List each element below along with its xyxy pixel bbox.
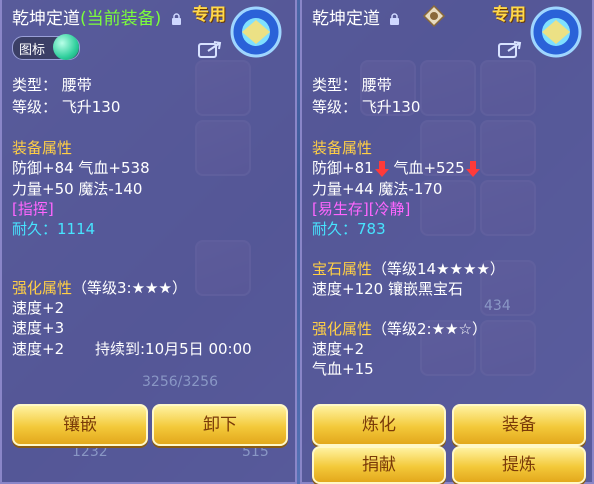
- durability: 耐久：1114: [12, 220, 96, 238]
- enhance-level: （等级3:★★★）: [72, 279, 187, 297]
- equip-attr-header: 装备属性: [12, 139, 73, 157]
- item-title: 乾坤定道: [312, 4, 400, 29]
- exclusive-tag: 专用: [192, 5, 226, 25]
- background-stat-1: 3256/3256: [142, 374, 218, 390]
- defense-value: 防御+81: [312, 159, 374, 177]
- enhance-line-1: 速度+2: [12, 299, 65, 317]
- type-line: 类型： 腰带: [312, 76, 392, 94]
- equip-button[interactable]: 装备: [452, 404, 586, 446]
- enhance-header: 强化属性（等级2:★★☆）: [312, 320, 487, 338]
- donate-button[interactable]: 捐献: [312, 446, 446, 484]
- attr-line-2: 力量+44 魔法-170: [312, 180, 443, 198]
- item-emblem-icon: [230, 6, 282, 58]
- attr-line-1: 防御+84 气血+538: [12, 159, 150, 177]
- enhance-duration: 持续到:10月5日 00:00: [95, 340, 252, 358]
- extract-button[interactable]: 提炼: [452, 446, 586, 484]
- special-skill: [指挥]: [12, 200, 54, 218]
- enhance-header: 强化属性（等级3:★★★）: [12, 279, 187, 297]
- attr-line-2: 力量+50 魔法-140: [12, 180, 143, 198]
- background-stat-2: 1232: [72, 444, 108, 460]
- enhance-line-2: 气血+15: [312, 360, 374, 378]
- level-line: 等级： 飞升130: [312, 98, 421, 116]
- compare-equipment-panel: 乾坤定道 专用 类型： 腰带 等级： 飞升130 装备属性 防御+81 气血+5…: [300, 0, 594, 484]
- enhance-line-2: 速度+3: [12, 319, 65, 337]
- enhance-level: （等级2:★★☆）: [372, 320, 487, 338]
- scroll-badge-icon[interactable]: [422, 4, 446, 28]
- toggle-knob: [53, 34, 79, 60]
- exclusive-tag: 专用: [492, 5, 526, 25]
- share-icon[interactable]: [498, 40, 522, 58]
- background-stat-4: 434: [484, 298, 511, 314]
- toggle-label: 图标: [19, 43, 46, 58]
- background-stat-3: 515: [242, 444, 269, 460]
- item-emblem-icon: [530, 6, 582, 58]
- attr-line-1: 防御+81 气血+525: [312, 157, 480, 178]
- equip-attr-header: 装备属性: [312, 139, 373, 157]
- enhance-line-3: 速度+2: [12, 340, 65, 358]
- level-line: 等级： 飞升130: [12, 98, 121, 116]
- gem-header: 宝石属性（等级14★★★★）: [312, 260, 505, 278]
- current-equipped-label: (当前装备): [80, 9, 162, 29]
- refine-button[interactable]: 炼化: [312, 404, 446, 446]
- type-line: 类型： 腰带: [12, 76, 92, 94]
- lock-icon[interactable]: [171, 12, 182, 26]
- gem-line: 速度+120 镶嵌黑宝石: [312, 280, 463, 298]
- share-icon[interactable]: [198, 40, 222, 58]
- hp-value: 气血+525: [393, 159, 465, 177]
- lock-icon[interactable]: [389, 12, 400, 26]
- gem-level: （等级14★★★★）: [372, 260, 505, 278]
- inlay-button[interactable]: 镶嵌: [12, 404, 148, 446]
- current-equipment-panel: 乾坤定道(当前装备) 专用 图标 类型： 腰带 等级： 飞升130 装备属性 防…: [0, 0, 297, 484]
- enhance-line-1: 速度+2: [312, 340, 365, 358]
- durability: 耐久：783: [312, 220, 386, 238]
- icon-toggle[interactable]: 图标: [12, 34, 80, 60]
- special-skills: [易生存][冷静]: [312, 200, 411, 218]
- item-title: 乾坤定道(当前装备): [12, 4, 182, 29]
- unequip-button[interactable]: 卸下: [152, 404, 288, 446]
- down-arrow-icon: [465, 160, 480, 177]
- down-arrow-icon: [374, 160, 389, 177]
